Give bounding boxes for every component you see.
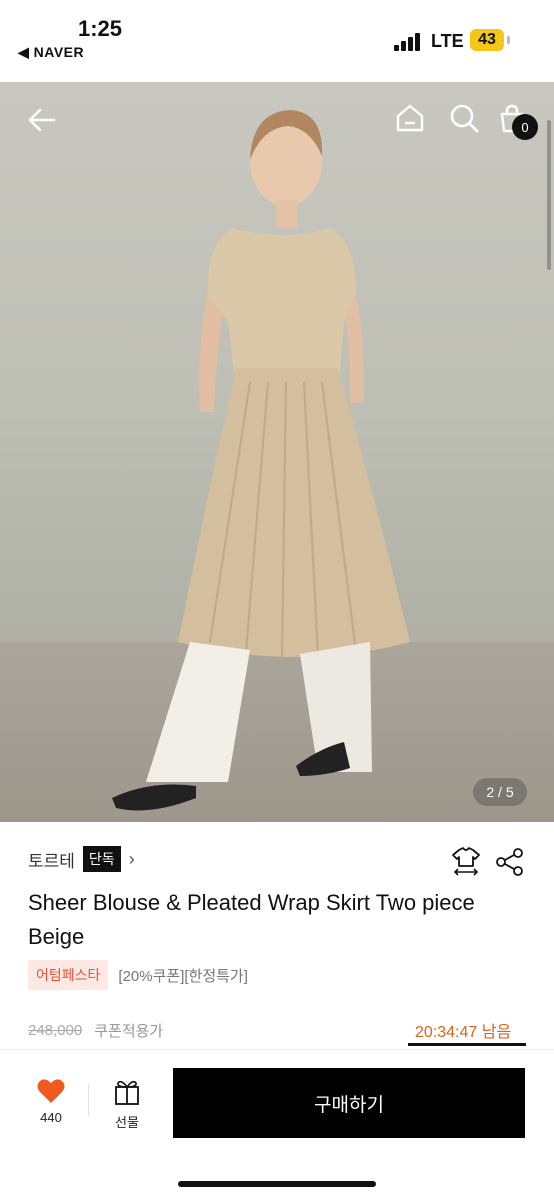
chevron-right-icon[interactable]: › <box>129 849 135 870</box>
status-time: 1:25 <box>78 16 123 41</box>
like-count: 440 <box>40 1110 62 1125</box>
back-to-app-link[interactable]: ◀ NAVER <box>18 44 84 61</box>
search-icon[interactable] <box>448 102 480 134</box>
sale-timer: 20:34:47 남음 <box>415 1024 512 1041</box>
scrollbar-thumb[interactable] <box>547 120 551 270</box>
gift-icon <box>115 1080 139 1105</box>
original-price: 248,000 <box>28 1022 83 1039</box>
home-icon[interactable] <box>394 102 426 134</box>
image-page-indicator: 2 / 5 <box>473 778 527 806</box>
home-indicator[interactable] <box>178 1181 376 1187</box>
network-type: LTE <box>431 31 464 51</box>
back-arrow-icon[interactable] <box>26 104 58 136</box>
gift-button[interactable]: 선물 <box>104 1078 150 1131</box>
status-bar: 1:25 ◀ NAVER LTE 43 <box>0 0 554 82</box>
buy-button[interactable]: 구매하기 <box>173 1068 525 1138</box>
battery-icon: 43 <box>470 29 504 51</box>
price-row: 248,000 쿠폰적용가 <box>28 1020 163 1041</box>
share-icon[interactable] <box>495 847 525 877</box>
coupon-price-label: 쿠폰적용가 <box>94 1023 164 1040</box>
size-guide-icon[interactable] <box>451 846 481 876</box>
heart-icon <box>37 1079 65 1103</box>
signal-icon <box>394 33 424 51</box>
model-figure <box>112 110 410 811</box>
timer-underline <box>408 1043 526 1046</box>
brand-name[interactable]: 토르테 <box>28 847 75 872</box>
promo-row: 어텀페스타 [20%쿠폰][한정특가] <box>28 960 248 990</box>
cart-count-badge: 0 <box>512 114 538 140</box>
exclusive-badge: 단독 <box>82 846 121 872</box>
promo-text: [20%쿠폰][한정특가] <box>118 967 248 985</box>
product-title: Sheer Blouse & Pleated Wrap Skirt Two pi… <box>28 890 475 949</box>
brand-row[interactable]: 토르테 단독 › <box>28 846 135 872</box>
promo-badge: 어텀페스타 <box>28 960 109 990</box>
vertical-divider <box>88 1084 89 1116</box>
like-button[interactable]: 440 <box>28 1078 74 1125</box>
product-image[interactable]: 2 / 5 <box>0 82 554 822</box>
battery-tip <box>507 36 510 44</box>
gift-label: 선물 <box>115 1115 139 1130</box>
